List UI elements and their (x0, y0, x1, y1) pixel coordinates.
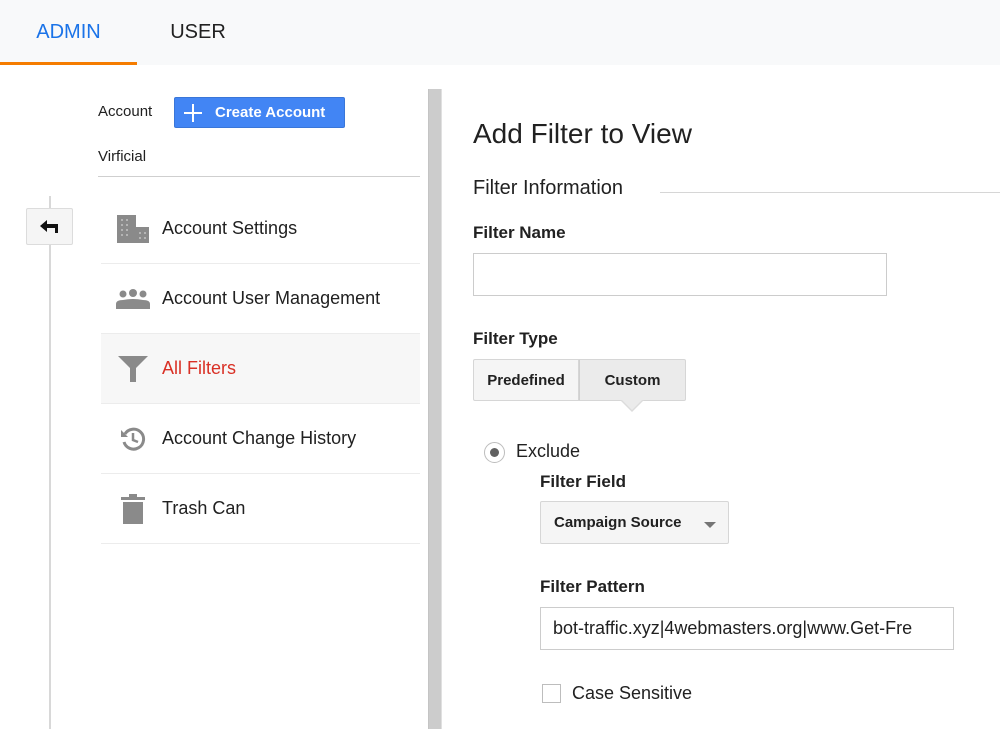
timeline-line (49, 196, 51, 729)
plus-icon (183, 103, 203, 123)
exclude-radio[interactable] (484, 442, 505, 463)
nav-item-trash-can[interactable]: Trash Can (101, 474, 420, 544)
filter-type-label: Filter Type (473, 329, 558, 348)
filter-field-value: Campaign Source (554, 514, 682, 531)
nav-item-account-settings[interactable]: Account Settings (101, 194, 420, 264)
section-divider (660, 192, 1000, 193)
building-icon (101, 214, 162, 243)
page-title: Add Filter to View (473, 118, 692, 149)
nav-item-label: Account Change History (162, 428, 357, 448)
account-label: Account (98, 103, 153, 120)
filter-type-custom[interactable]: Custom (579, 359, 686, 401)
filter-type-toggle: Predefined Custom (473, 359, 686, 401)
filter-icon (101, 355, 162, 382)
panel-splitter[interactable] (428, 89, 442, 729)
selected-pointer (620, 399, 644, 412)
filter-field-select[interactable]: Campaign Source (540, 501, 729, 544)
create-account-button[interactable]: Create Account (174, 97, 345, 128)
back-button[interactable] (26, 208, 73, 245)
case-sensitive-label[interactable]: Case Sensitive (572, 683, 692, 704)
people-icon (101, 288, 162, 309)
chevron-down-icon (704, 522, 716, 528)
create-account-label: Create Account (215, 104, 326, 121)
account-name[interactable]: Virficial (98, 148, 146, 165)
nav-item-account-user-management[interactable]: Account User Management (101, 264, 420, 334)
tab-admin[interactable]: ADMIN (0, 0, 137, 65)
nav-item-label: Account Settings (162, 218, 298, 238)
filter-pattern-input[interactable] (540, 607, 954, 650)
top-tab-bar: ADMIN USER (0, 0, 1000, 65)
account-nav: Account Settings Account User Management… (101, 194, 420, 544)
nav-item-all-filters[interactable]: All Filters (101, 334, 420, 404)
history-icon (101, 426, 162, 452)
filter-pattern-label: Filter Pattern (540, 577, 645, 596)
nav-item-account-change-history[interactable]: Account Change History (101, 404, 420, 474)
filter-name-label: Filter Name (473, 223, 566, 242)
nav-item-label: Trash Can (162, 498, 246, 518)
nav-item-label: Account User Management (162, 288, 381, 308)
back-arrow-icon (39, 219, 58, 233)
case-sensitive-checkbox[interactable] (542, 684, 561, 703)
account-divider (98, 176, 420, 177)
tab-user[interactable]: USER (137, 0, 259, 65)
section-title: Filter Information (473, 177, 624, 199)
filter-field-label: Filter Field (540, 472, 626, 491)
filter-type-predefined[interactable]: Predefined (473, 359, 579, 401)
nav-item-label: All Filters (162, 358, 237, 378)
exclude-radio-label[interactable]: Exclude (516, 441, 580, 462)
trash-icon (101, 493, 162, 524)
filter-name-input[interactable] (473, 253, 887, 296)
